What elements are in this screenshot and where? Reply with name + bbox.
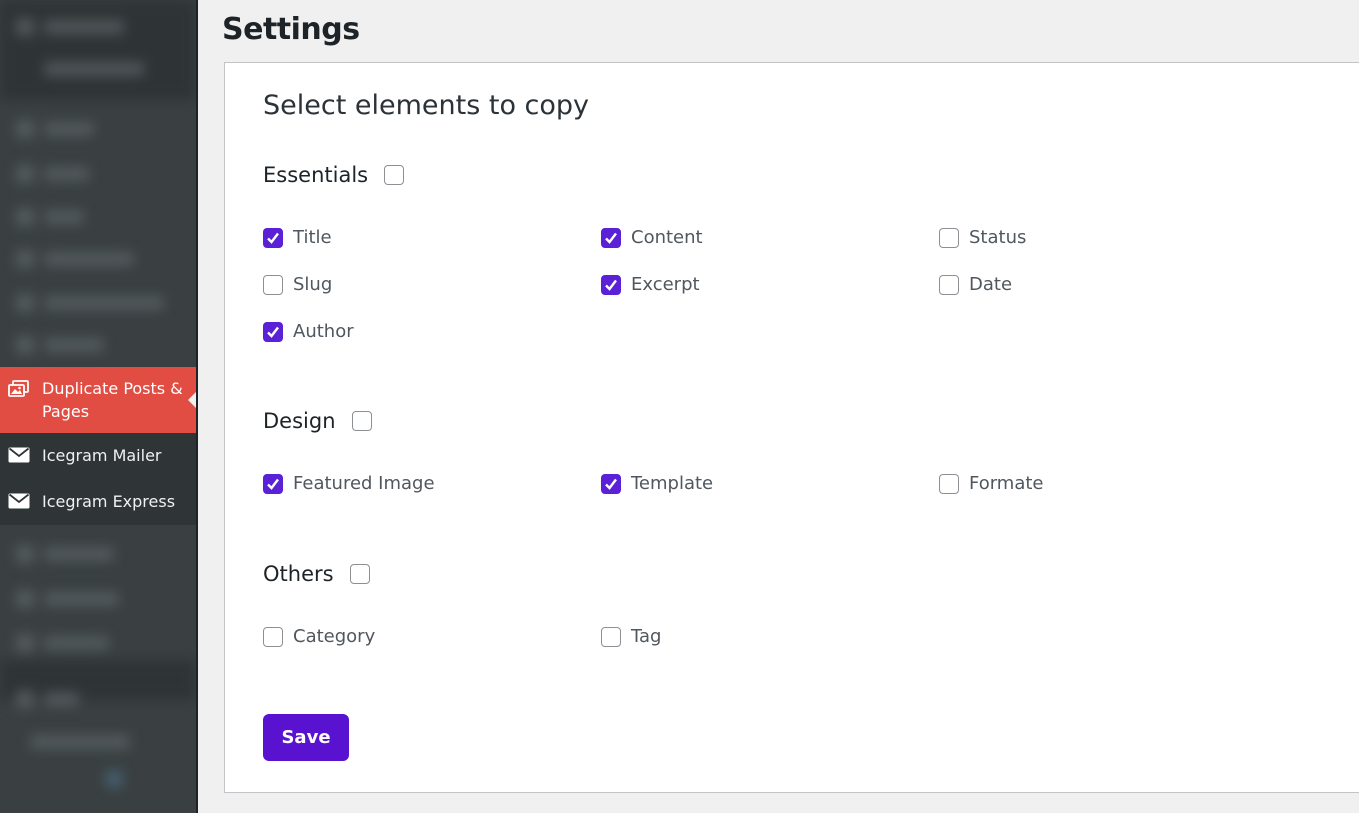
settings-panel: Select elements to copy Essentials Title… [224,62,1359,793]
formate-checkbox[interactable] [939,473,959,494]
option-tag[interactable]: Tag [601,626,661,647]
option-date[interactable]: Date [939,274,1012,295]
blurred-row [44,167,89,181]
option-slug[interactable]: Slug [263,274,332,295]
blurred-icon [105,770,123,788]
blurred-icon [16,208,34,226]
admin-sidebar: Duplicate Posts & Pages Icegram Mailer I… [0,0,196,813]
option-formate[interactable]: Formate [939,473,1044,494]
category-checkbox[interactable] [263,626,283,647]
option-label: Formate [969,473,1044,494]
option-label: Author [293,321,354,342]
section-others: Others [263,562,370,586]
option-label: Excerpt [631,274,700,295]
author-checkbox[interactable] [263,321,283,342]
option-author[interactable]: Author [263,321,354,342]
blurred-row [44,122,94,136]
blurred-row [44,338,104,352]
option-featured-image[interactable]: Featured Image [263,473,435,494]
images-icon [8,380,30,398]
tag-checkbox[interactable] [601,626,621,647]
option-category[interactable]: Category [263,626,375,647]
section-design: Design [263,409,372,433]
blurred-row [30,735,130,749]
envelope-icon [8,492,30,510]
blurred-region [0,0,196,100]
panel-heading: Select elements to copy [263,90,590,121]
featured-image-checkbox[interactable] [263,473,283,494]
option-content[interactable]: Content [601,227,703,248]
blurred-icon [16,120,34,138]
option-label: Status [969,227,1027,248]
blurred-icon [16,545,34,563]
option-label: Category [293,626,376,647]
blurred-row [44,547,114,561]
sidebar-item-duplicate-posts-pages[interactable]: Duplicate Posts & Pages [0,367,196,433]
blurred-row [44,62,144,76]
blurred-icon [16,590,34,608]
option-title[interactable]: Title [263,227,332,248]
slug-checkbox[interactable] [263,274,283,295]
sidebar-item-label: Icegram Mailer [42,445,162,465]
section-label: Others [263,562,334,586]
template-checkbox[interactable] [601,473,621,494]
option-label: Date [969,274,1013,295]
option-label: Content [631,227,703,248]
sidebar-divider [196,0,198,813]
blurred-row [44,692,79,706]
sidebar-item-label: Duplicate Posts & Pages [42,379,183,421]
option-label: Slug [293,274,333,295]
blurred-icon [16,294,34,312]
content-checkbox[interactable] [601,227,621,248]
blurred-row [44,592,119,606]
section-label: Design [263,409,336,433]
save-button[interactable]: Save [263,714,349,761]
option-status[interactable]: Status [939,227,1026,248]
option-label: Template [631,473,714,494]
blurred-row [44,20,124,34]
envelope-icon [8,446,30,464]
sidebar-item-label: Icegram Express [42,491,176,511]
blurred-icon [16,336,34,354]
date-checkbox[interactable] [939,274,959,295]
sidebar-item-icegram-express[interactable]: Icegram Express [0,477,196,525]
blurred-row [44,252,134,266]
blurred-icon [16,250,34,268]
blurred-row [44,636,109,650]
blurred-icon [16,634,34,652]
excerpt-checkbox[interactable] [601,274,621,295]
option-excerpt[interactable]: Excerpt [601,274,700,295]
page-title: Settings [222,12,360,47]
blurred-row [44,210,84,224]
design-select-all-checkbox[interactable] [351,411,372,431]
blurred-icon [16,690,34,708]
option-label: Featured Image [293,473,435,494]
sidebar-item-icegram-mailer[interactable]: Icegram Mailer [0,433,196,477]
status-checkbox[interactable] [939,227,959,248]
option-template[interactable]: Template [601,473,713,494]
blurred-icon [16,18,34,36]
section-label: Essentials [263,163,369,187]
others-select-all-checkbox[interactable] [349,564,370,584]
title-checkbox[interactable] [263,227,283,248]
blurred-icon [16,165,34,183]
option-label: Tag [631,626,662,647]
section-essentials: Essentials [263,163,405,187]
essentials-select-all-checkbox[interactable] [384,165,405,185]
option-label: Title [293,227,332,248]
blurred-row [44,296,164,310]
